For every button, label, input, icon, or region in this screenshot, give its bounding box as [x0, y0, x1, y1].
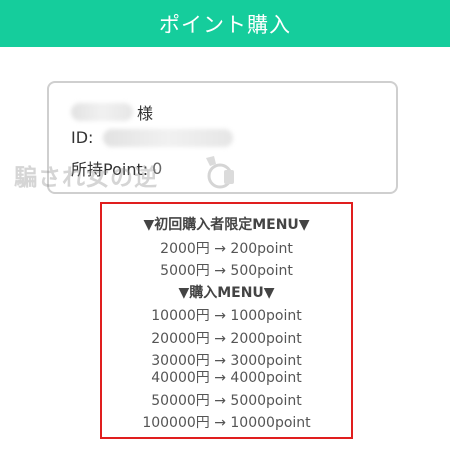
page-header: ポイント購入: [0, 0, 450, 47]
purchase-menu: ▼初回購入者限定MENU▼ 2000円 → 200point 5000円 → 5…: [100, 202, 353, 439]
redacted-user-id: [103, 128, 234, 147]
points-row: 所持Point: 0: [71, 156, 162, 180]
points-label: 所持Point:: [71, 160, 149, 179]
points-value: 0: [152, 158, 163, 178]
menu-option-100000[interactable]: 100000円 → 10000point: [102, 412, 351, 432]
redacted-user-name: [71, 103, 133, 121]
menu-option-10000[interactable]: 10000円 → 1000point: [102, 305, 351, 325]
menu-option-50000[interactable]: 50000円 → 5000point: [102, 390, 351, 410]
user-name-row: 様: [71, 100, 153, 124]
account-info-card: 様 ID: 所持Point: 0: [47, 81, 398, 194]
menu-option-first-2000[interactable]: 2000円 → 200point: [102, 238, 351, 258]
first-purchase-heading: ▼初回購入者限定MENU▼: [143, 217, 310, 233]
user-id-row: ID:: [71, 128, 234, 147]
name-suffix: 様: [137, 104, 154, 123]
menu-option-first-5000[interactable]: 5000円 → 500point: [102, 260, 351, 280]
id-label: ID:: [71, 128, 94, 147]
menu-option-40000[interactable]: 40000円 → 4000point: [102, 367, 351, 387]
purchase-heading: ▼購入MENU▼: [178, 285, 275, 301]
page-title: ポイント購入: [159, 12, 291, 37]
menu-option-20000[interactable]: 20000円 → 2000point: [102, 328, 351, 348]
